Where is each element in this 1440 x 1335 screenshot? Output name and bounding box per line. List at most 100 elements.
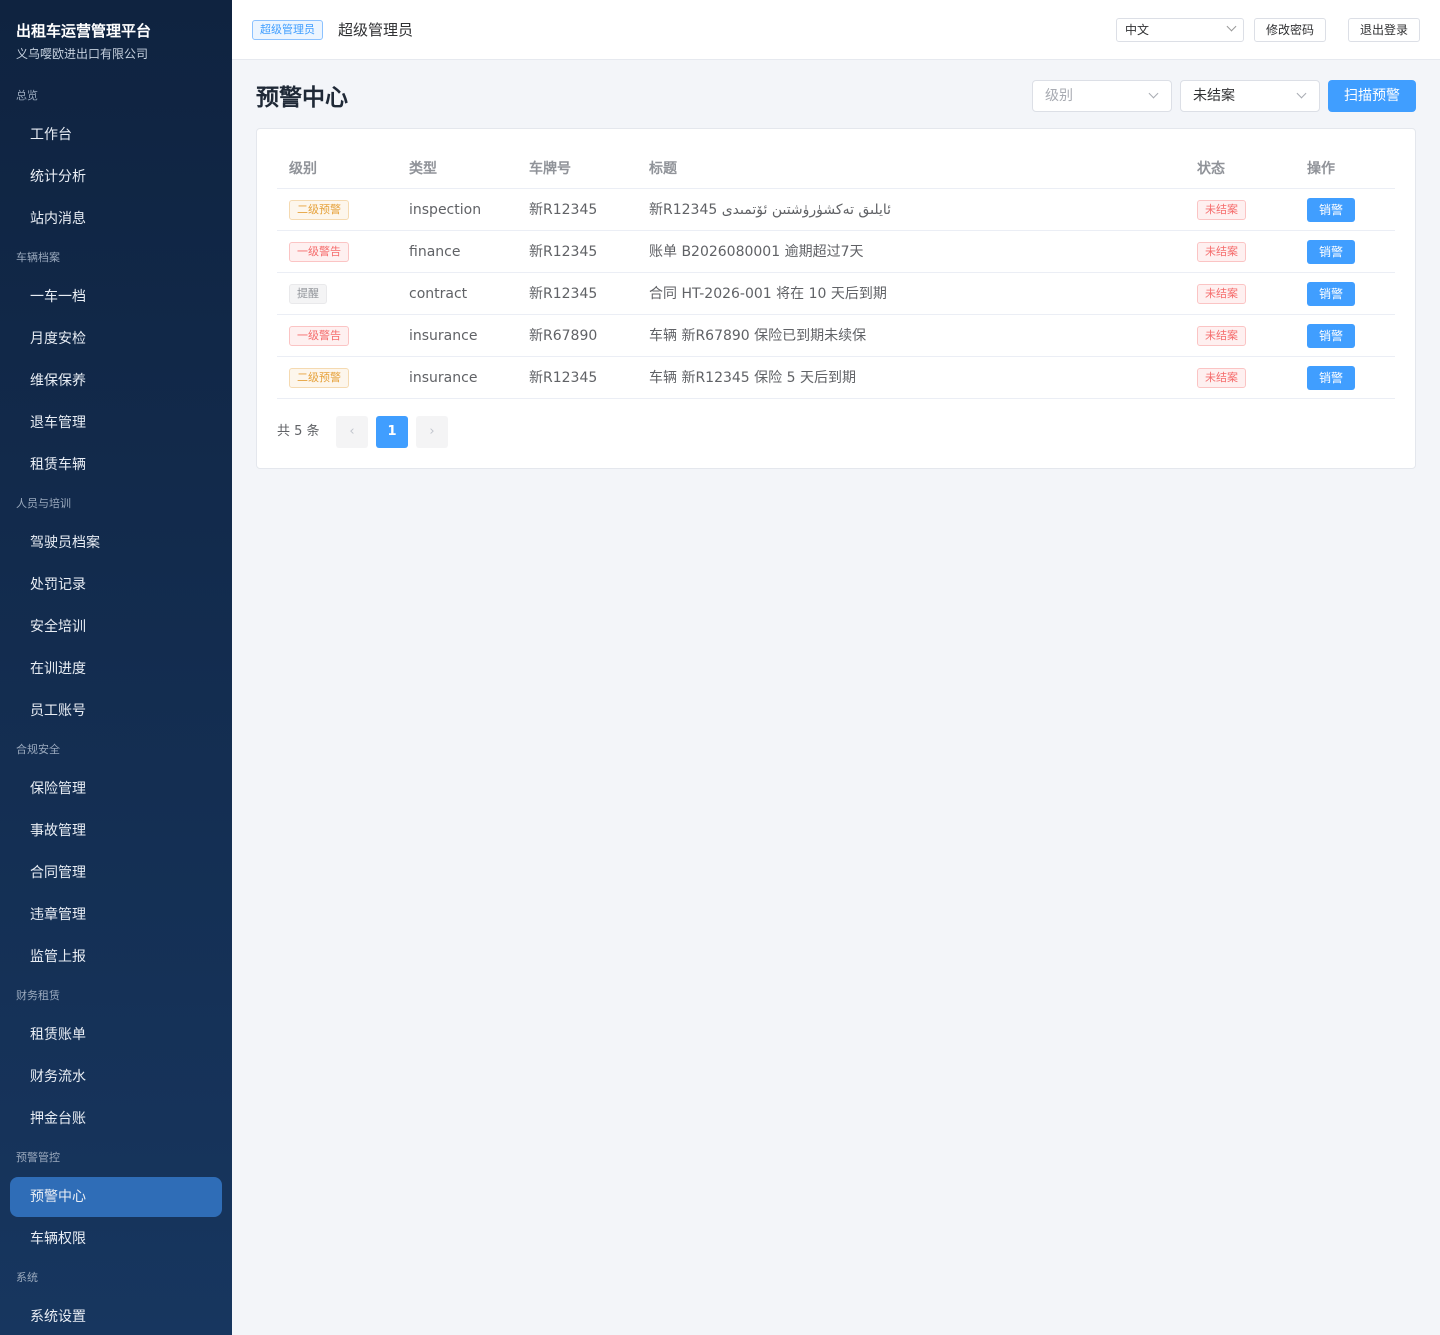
table-header: 级别 类型 车牌号 标题 状态 操作 [277, 149, 1395, 189]
status-tag: 未结案 [1197, 326, 1246, 346]
page-title: 预警中心 [256, 85, 348, 111]
brand-subtitle: 义乌嘤欧进出口有限公司 [16, 47, 149, 61]
action-cell: 销警 [1307, 189, 1355, 231]
top-header: 超级管理员 超级管理员 中文 修改密码 退出登录 [232, 0, 1440, 60]
status-cell: 未结案 [1197, 357, 1246, 399]
action-cell: 销警 [1307, 357, 1355, 399]
column-header-title: 标题 [649, 161, 677, 177]
action-cell: 销警 [1307, 315, 1355, 357]
user-name: 超级管理员 [338, 21, 414, 39]
sidebar-item-workbench[interactable]: 工作台 [0, 114, 222, 156]
column-header-type: 类型 [409, 161, 437, 177]
level-tag: 一级警告 [289, 242, 349, 262]
sidebar-item-violations[interactable]: 违章管理 [0, 894, 222, 936]
sidebar-item-contracts[interactable]: 合同管理 [0, 852, 222, 894]
table-row: 二级预警 inspection 新R12345 新R12345 ئايلىق ت… [277, 189, 1395, 231]
language-value: 中文 [1125, 23, 1150, 37]
role-badge: 超级管理员 [252, 20, 323, 40]
level-filter-select[interactable]: 级别 [1032, 80, 1172, 112]
language-select[interactable]: 中文 [1116, 18, 1244, 42]
nav-group-compliance: 合规安全 [16, 743, 60, 756]
sidebar-item-leased-vehicles[interactable]: 租赁车辆 [0, 444, 222, 486]
pagination-total: 共 5 条 [277, 424, 320, 439]
sidebar-item-accidents[interactable]: 事故管理 [0, 810, 222, 852]
type-cell: inspection [409, 202, 482, 218]
sidebar-item-system-settings[interactable]: 系统设置 [0, 1296, 222, 1335]
dismiss-alert-button[interactable]: 销警 [1307, 198, 1355, 222]
action-cell: 销警 [1307, 231, 1355, 273]
nav-group-finance: 财务租赁 [16, 989, 60, 1002]
status-filter-value: 未结案 [1193, 88, 1235, 104]
level-cell: 一级警告 [289, 231, 349, 273]
sidebar-item-penalties[interactable]: 处罚记录 [0, 564, 222, 606]
dismiss-alert-button[interactable]: 销警 [1307, 324, 1355, 348]
chevron-right-icon: › [429, 424, 435, 439]
title-cell: 车辆 新R12345 保险 5 天后到期 [649, 370, 856, 386]
chevron-down-icon [1226, 21, 1237, 32]
level-cell: 提醒 [289, 273, 327, 315]
level-tag: 二级预警 [289, 200, 349, 220]
sidebar-item-messages[interactable]: 站内消息 [0, 198, 222, 240]
title-cell: 账单 B2026080001 逾期超过7天 [649, 244, 864, 260]
level-cell: 一级警告 [289, 315, 349, 357]
sidebar-item-safety-training[interactable]: 安全培训 [0, 606, 222, 648]
status-cell: 未结案 [1197, 315, 1246, 357]
table-row: 一级警告 finance 新R12345 账单 B2026080001 逾期超过… [277, 231, 1395, 273]
chevron-down-icon [1148, 88, 1159, 99]
plate-cell: 新R12345 [529, 370, 598, 386]
level-cell: 二级预警 [289, 357, 349, 399]
type-cell: contract [409, 286, 468, 302]
nav-group-alerts: 预警管控 [16, 1151, 60, 1164]
sidebar-item-regulatory-report[interactable]: 监管上报 [0, 936, 222, 978]
type-cell: insurance [409, 370, 478, 386]
status-cell: 未结案 [1197, 273, 1246, 315]
table-row: 提醒 contract 新R12345 合同 HT-2026-001 将在 10… [277, 273, 1395, 315]
dismiss-alert-button[interactable]: 销警 [1307, 282, 1355, 306]
sidebar-item-finance-flow[interactable]: 财务流水 [0, 1056, 222, 1098]
sidebar: 出租车运营管理平台 义乌嘤欧进出口有限公司 总览 工作台 统计分析 站内消息 车… [0, 0, 232, 1335]
sidebar-item-maintenance[interactable]: 维保保养 [0, 360, 222, 402]
nav-group-overview: 总览 [16, 89, 38, 102]
sidebar-item-driver-file[interactable]: 驾驶员档案 [0, 522, 222, 564]
chevron-down-icon [1296, 88, 1307, 99]
level-tag: 二级预警 [289, 368, 349, 388]
scan-alerts-button[interactable]: 扫描预警 [1328, 80, 1416, 112]
page-number-button[interactable]: 1 [376, 416, 408, 448]
sidebar-item-deposit-ledger[interactable]: 押金台账 [0, 1098, 222, 1140]
level-filter-placeholder: 级别 [1045, 88, 1073, 104]
level-cell: 二级预警 [289, 189, 349, 231]
column-header-plate: 车牌号 [529, 161, 571, 177]
sidebar-item-monthly-inspection[interactable]: 月度安检 [0, 318, 222, 360]
sidebar-item-insurance[interactable]: 保险管理 [0, 768, 222, 810]
plate-cell: 新R12345 [529, 286, 598, 302]
status-filter-select[interactable]: 未结案 [1180, 80, 1320, 112]
sidebar-item-lease-bills[interactable]: 租赁账单 [0, 1014, 222, 1056]
sidebar-item-vehicle-file[interactable]: 一车一档 [0, 276, 222, 318]
status-tag: 未结案 [1197, 284, 1246, 304]
status-tag: 未结案 [1197, 200, 1246, 220]
prev-page-button[interactable]: ‹ [336, 416, 368, 448]
alerts-table: 级别 类型 车牌号 标题 状态 操作 二级预警 inspection 新R123… [277, 149, 1395, 399]
title-cell: 车辆 新R67890 保险已到期未续保 [649, 328, 867, 344]
change-password-button[interactable]: 修改密码 [1254, 18, 1326, 42]
pagination: 共 5 条 ‹ 1 › [277, 416, 677, 448]
next-page-button[interactable]: › [416, 416, 448, 448]
dismiss-alert-button[interactable]: 销警 [1307, 240, 1355, 264]
type-cell: insurance [409, 328, 478, 344]
logout-button[interactable]: 退出登录 [1348, 18, 1420, 42]
sidebar-item-alert-center[interactable]: 预警中心 [10, 1177, 222, 1217]
chevron-left-icon: ‹ [349, 424, 355, 439]
plate-cell: 新R67890 [529, 328, 598, 344]
status-tag: 未结案 [1197, 242, 1246, 262]
nav-group-system: 系统 [16, 1271, 38, 1284]
sidebar-item-staff-accounts[interactable]: 员工账号 [0, 690, 222, 732]
sidebar-item-vehicle-return[interactable]: 退车管理 [0, 402, 222, 444]
sidebar-item-statistics[interactable]: 统计分析 [0, 156, 222, 198]
brand: 出租车运营管理平台 义乌嘤欧进出口有限公司 [0, 0, 232, 78]
sidebar-item-training-progress[interactable]: 在训进度 [0, 648, 222, 690]
title-cell: 合同 HT-2026-001 将在 10 天后到期 [649, 286, 887, 302]
plate-cell: 新R12345 [529, 244, 598, 260]
sidebar-item-vehicle-permissions[interactable]: 车辆权限 [0, 1218, 222, 1260]
table-row: 二级预警 insurance 新R12345 车辆 新R12345 保险 5 天… [277, 357, 1395, 399]
dismiss-alert-button[interactable]: 销警 [1307, 366, 1355, 390]
